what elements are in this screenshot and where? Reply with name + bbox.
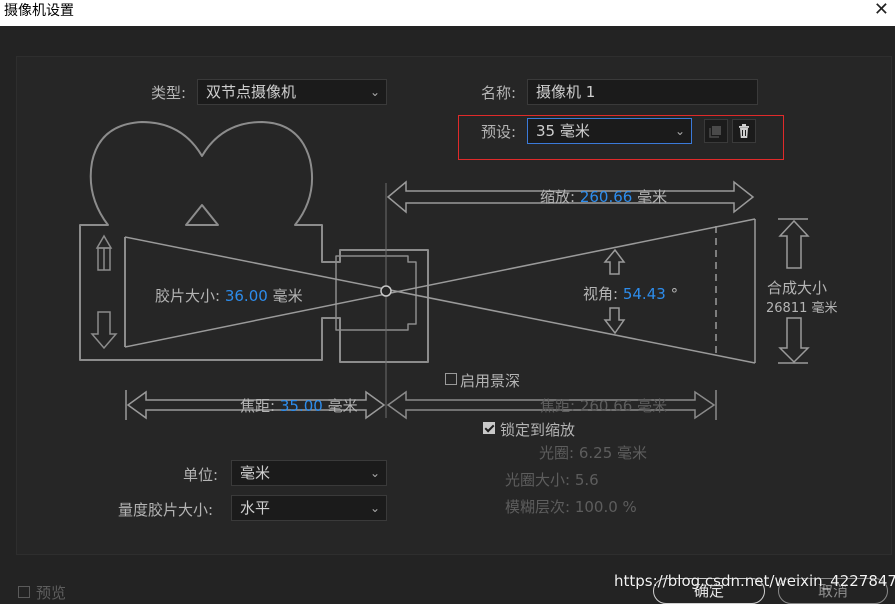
focal-length-value[interactable]: 35.00 xyxy=(280,397,323,415)
lock-to-zoom-checkbox[interactable] xyxy=(483,422,495,434)
aperture-value: 6.25 毫米 xyxy=(578,444,648,462)
enable-dof-checkbox[interactable] xyxy=(445,373,457,385)
film-size-label: 胶片大小: xyxy=(155,287,221,305)
comp-down-arrow xyxy=(778,317,810,364)
units-label: 单位: xyxy=(183,466,219,484)
type-label: 类型: xyxy=(151,84,187,102)
measure-film-label: 量度胶片大小: xyxy=(118,501,214,519)
angle-down-arrow xyxy=(603,307,626,335)
lock-to-zoom-label: 锁定到缩放 xyxy=(500,421,576,439)
nodal-point-icon xyxy=(380,285,392,297)
angle-up-arrow xyxy=(603,248,626,275)
blur-level-label: 模糊层次: xyxy=(505,498,571,516)
type-select-value: 双节点摄像机 xyxy=(206,83,297,101)
blur-level-readout: 模糊层次: 100.0 % xyxy=(505,496,637,517)
chevron-down-icon: ⌄ xyxy=(369,466,380,480)
enable-dof-label: 启用景深 xyxy=(460,372,521,390)
focus-distance-value: 260.66 毫米 xyxy=(579,397,668,415)
film-size-value[interactable]: 36.00 xyxy=(225,287,268,305)
aperture-label: 光圈: xyxy=(539,444,575,462)
comp-size-value: 26811 毫米 xyxy=(766,301,838,316)
preview-label: 预览 xyxy=(36,584,67,602)
viewfinder-triangle xyxy=(185,204,219,226)
watermark-url: https://blog.csdn.net/weixin_42278473 xyxy=(614,572,895,590)
comp-size-label: 合成大小 xyxy=(767,279,828,297)
camera-body-outline xyxy=(79,121,429,363)
units-select-value: 毫米 xyxy=(240,464,271,482)
highlight-box xyxy=(458,115,784,160)
film-down-arrow xyxy=(90,311,118,350)
zoom-unit: 毫米 xyxy=(637,188,668,206)
measure-film-select[interactable]: 水平 ⌄ xyxy=(231,495,387,521)
film-size-unit: 毫米 xyxy=(272,287,303,305)
blur-level-value: 100.0 % xyxy=(574,498,637,516)
chevron-down-icon: ⌄ xyxy=(369,501,380,515)
focal-length-readout: 焦距: 35.00 毫米 xyxy=(240,395,358,416)
f-stop-label: 光圈大小: xyxy=(505,471,571,489)
measure-film-select-value: 水平 xyxy=(240,499,271,517)
name-input-value: 摄像机 1 xyxy=(536,83,596,101)
focal-length-label: 焦距: xyxy=(240,397,276,415)
angle-unit: ° xyxy=(670,285,679,303)
angle-value[interactable]: 54.43 xyxy=(623,285,666,303)
f-stop-value: 5.6 xyxy=(574,471,599,489)
zoom-readout: 缩放: 260.66 毫米 xyxy=(540,186,667,207)
f-stop-readout: 光圈大小: 5.6 xyxy=(505,469,599,490)
film-up-arrow xyxy=(95,234,113,270)
focus-distance-label: 焦距: xyxy=(540,397,576,415)
focal-length-unit: 毫米 xyxy=(327,397,358,415)
focus-distance-readout: 焦距: 260.66 毫米 xyxy=(540,395,667,416)
name-input[interactable]: 摄像机 1 xyxy=(527,79,758,105)
units-select[interactable]: 毫米 ⌄ xyxy=(231,460,387,486)
name-label: 名称: xyxy=(481,84,517,102)
aperture-readout: 光圈: 6.25 毫米 xyxy=(539,442,647,463)
chevron-down-icon: ⌄ xyxy=(369,85,380,99)
angle-readout: 视角: 54.43 ° xyxy=(583,283,678,304)
angle-label: 视角: xyxy=(583,285,619,303)
type-select[interactable]: 双节点摄像机 ⌄ xyxy=(197,79,387,105)
zoom-label: 缩放: xyxy=(540,188,576,206)
zoom-value[interactable]: 260.66 xyxy=(580,188,633,206)
film-size-readout: 胶片大小: 36.00 毫米 xyxy=(155,285,303,306)
preview-checkbox[interactable] xyxy=(18,586,30,598)
comp-up-arrow xyxy=(778,219,810,269)
